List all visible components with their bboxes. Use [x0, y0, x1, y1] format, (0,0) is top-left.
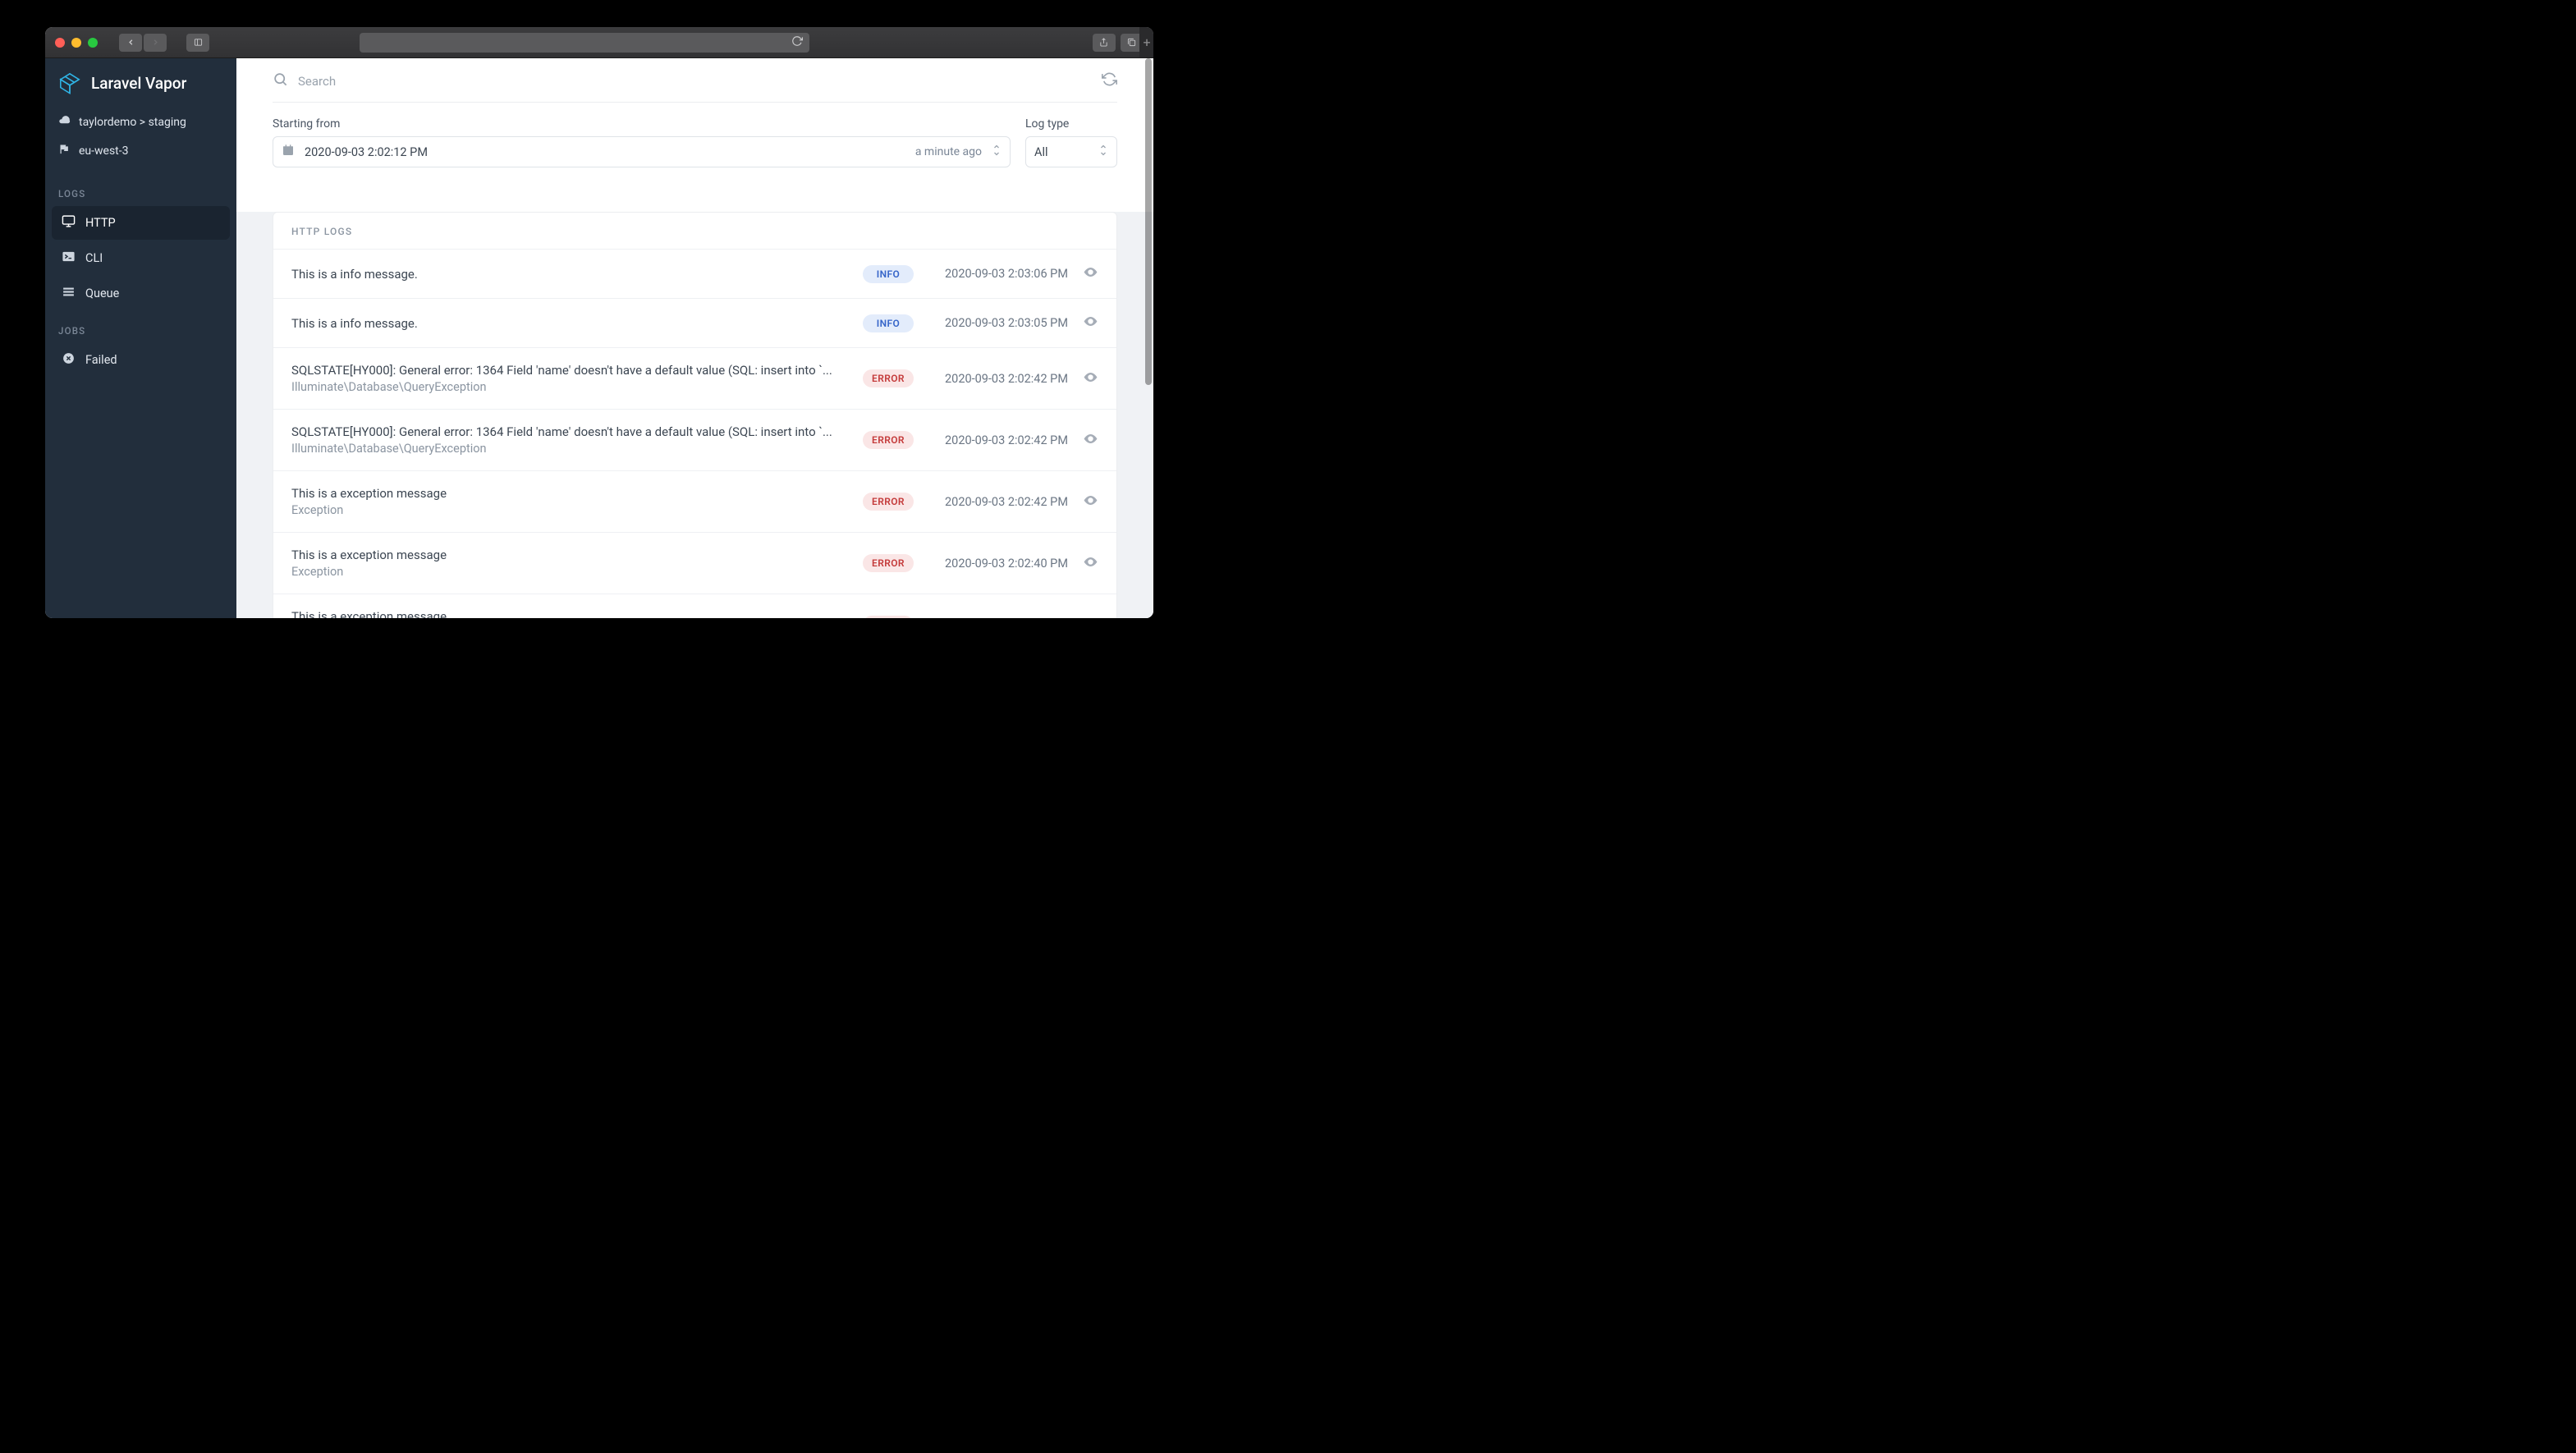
starting-from-label: Starting from: [273, 117, 1011, 131]
log-row[interactable]: SQLSTATE[HY000]: General error: 1364 Fie…: [273, 409, 1116, 470]
sidebar-item-label: Queue: [85, 286, 119, 300]
log-message: SQLSTATE[HY000]: General error: 1364 Fie…: [291, 424, 848, 439]
sidebar-item-label: Failed: [85, 353, 117, 367]
log-timestamp: 2020-09-03 2:02:39 PM: [928, 618, 1068, 619]
log-level-badge: ERROR: [863, 493, 914, 511]
log-message: SQLSTATE[HY000]: General error: 1364 Fie…: [291, 363, 848, 378]
sidebar-item-label: CLI: [85, 251, 103, 265]
view-log-button[interactable]: [1083, 314, 1098, 332]
sidebar-toggle-button[interactable]: [186, 34, 209, 52]
sidebar: Laravel Vapor taylordemo > staging eu-we…: [45, 58, 236, 618]
view-log-button[interactable]: [1083, 369, 1098, 388]
chevron-updown-icon: [1098, 144, 1108, 160]
main-content: Starting from 2020-09-03 2:02:12 PM a mi…: [236, 58, 1153, 618]
titlebar: +: [45, 27, 1153, 58]
log-timestamp: 2020-09-03 2:03:05 PM: [928, 316, 1068, 330]
brand-name: Laravel Vapor: [91, 74, 186, 93]
maximize-window-button[interactable]: [88, 38, 98, 48]
scrollbar[interactable]: [1145, 58, 1152, 618]
address-bar[interactable]: [360, 33, 809, 53]
view-log-button[interactable]: [1083, 554, 1098, 573]
starting-from-relative: a minute ago: [915, 145, 982, 158]
view-log-button[interactable]: [1083, 616, 1098, 619]
log-timestamp: 2020-09-03 2:02:42 PM: [928, 433, 1068, 447]
log-row[interactable]: SQLSTATE[HY000]: General error: 1364 Fie…: [273, 347, 1116, 409]
forward-button[interactable]: [144, 34, 167, 52]
http-logs-panel: HTTP LOGS This is a info message. INFO 202…: [273, 212, 1117, 618]
log-timestamp: 2020-09-03 2:03:06 PM: [928, 267, 1068, 281]
window-controls: [55, 38, 98, 48]
sidebar-item-cli[interactable]: CLI: [52, 241, 230, 275]
search-icon: [273, 71, 288, 90]
sidebar-item-http[interactable]: HTTP: [52, 206, 230, 240]
log-message: This is a info message.: [291, 267, 848, 282]
log-level-badge: ERROR: [863, 554, 914, 572]
view-log-button[interactable]: [1083, 431, 1098, 450]
log-row[interactable]: This is a exception message Exception ERRO…: [273, 470, 1116, 532]
starting-from-value: 2020-09-03 2:02:12 PM: [305, 145, 905, 159]
reload-icon[interactable]: [791, 34, 803, 50]
sidebar-item-label: HTTP: [85, 216, 116, 230]
log-message: This is a exception message: [291, 486, 848, 501]
share-button[interactable]: [1093, 34, 1116, 52]
cloud-icon: [58, 114, 71, 130]
log-row[interactable]: This is a info message. INFO 2020-09-03 2:…: [273, 249, 1116, 298]
log-exception-class: Exception: [291, 503, 848, 517]
log-level-badge: INFO: [863, 265, 914, 283]
log-row[interactable]: This is a info message. INFO 2020-09-03 2:…: [273, 298, 1116, 347]
log-message: This is a info message.: [291, 316, 848, 331]
project-breadcrumb[interactable]: taylordemo > staging: [45, 108, 236, 136]
starting-from-input[interactable]: 2020-09-03 2:02:12 PM a minute ago: [273, 136, 1011, 167]
flag-icon: [58, 143, 71, 158]
browser-window: + Laravel Vapor taylordemo > staging eu-…: [45, 27, 1153, 618]
stack-icon: [62, 285, 76, 302]
group-label-jobs: JOBS: [45, 310, 236, 343]
close-window-button[interactable]: [55, 38, 65, 48]
view-log-button[interactable]: [1083, 493, 1098, 511]
calendar-icon: [282, 144, 295, 160]
log-message: This is a exception message: [291, 548, 848, 562]
view-log-button[interactable]: [1083, 264, 1098, 283]
project-breadcrumb-text: taylordemo > staging: [79, 116, 186, 129]
sidebar-item-failed[interactable]: Failed: [52, 343, 230, 377]
region-text: eu-west-3: [79, 144, 129, 158]
logtype-value: All: [1034, 145, 1048, 159]
log-timestamp: 2020-09-03 2:02:42 PM: [928, 372, 1068, 386]
sidebar-item-queue[interactable]: Queue: [52, 277, 230, 310]
log-exception-class: Illuminate\Database\QueryException: [291, 380, 848, 394]
log-level-badge: ERROR: [863, 431, 914, 449]
log-exception-class: Exception: [291, 565, 848, 579]
log-message: This is a exception message: [291, 609, 848, 618]
region-row[interactable]: eu-west-3: [45, 136, 236, 165]
chevron-updown-icon: [992, 144, 1002, 160]
refresh-button[interactable]: [1102, 71, 1117, 90]
log-timestamp: 2020-09-03 2:02:42 PM: [928, 495, 1068, 509]
brand[interactable]: Laravel Vapor: [45, 58, 236, 106]
x-circle-icon: [62, 351, 76, 369]
logtype-select[interactable]: All: [1025, 136, 1117, 167]
monitor-icon: [62, 214, 76, 231]
terminal-icon: [62, 250, 76, 267]
panel-title: HTTP LOGS: [273, 213, 1116, 249]
log-level-badge: ERROR: [863, 616, 914, 618]
log-exception-class: Illuminate\Database\QueryException: [291, 442, 848, 456]
log-row[interactable]: This is a exception messageExceptionERRO…: [273, 594, 1116, 618]
group-label-logs: LOGS: [45, 173, 236, 206]
logtype-label: Log type: [1025, 117, 1117, 131]
log-level-badge: ERROR: [863, 369, 914, 387]
back-button[interactable]: [119, 34, 142, 52]
minimize-window-button[interactable]: [71, 38, 81, 48]
search-input[interactable]: [298, 74, 1092, 89]
log-timestamp: 2020-09-03 2:02:40 PM: [928, 557, 1068, 571]
log-level-badge: INFO: [863, 314, 914, 332]
new-tab-button[interactable]: +: [1139, 27, 1153, 57]
logo-icon: [58, 71, 81, 94]
log-row[interactable]: This is a exception message Exception ERRO…: [273, 532, 1116, 594]
